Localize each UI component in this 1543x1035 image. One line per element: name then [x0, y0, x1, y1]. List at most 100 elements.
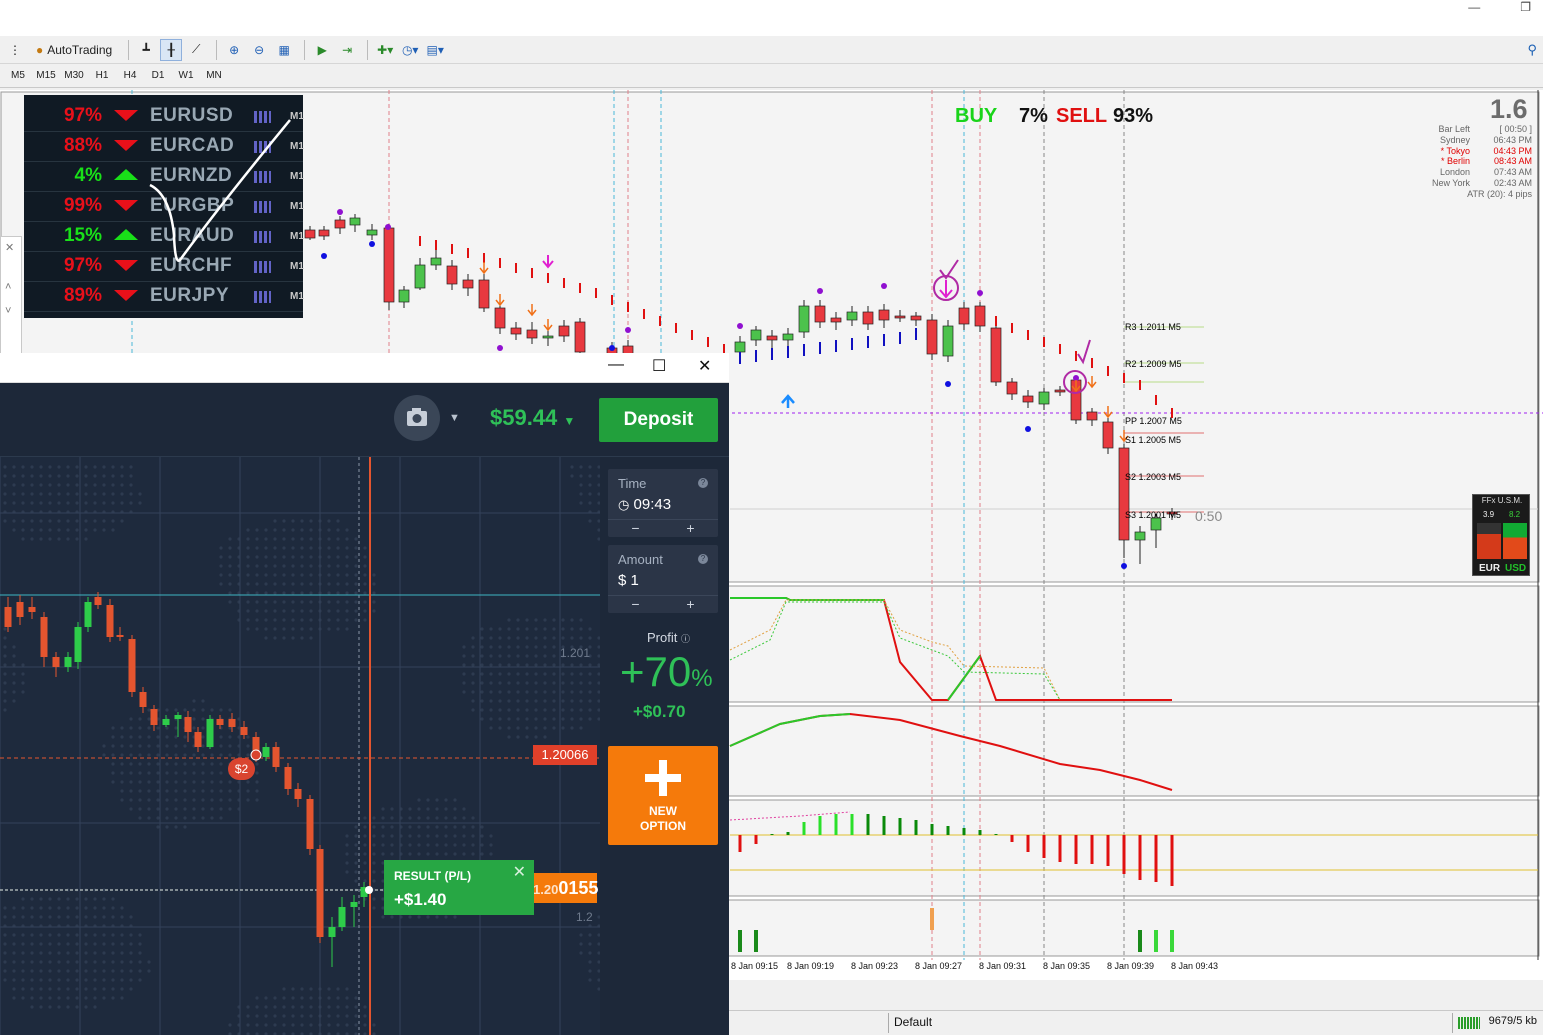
- map-dot: [561, 672, 565, 676]
- help-icon[interactable]: ⓘ: [681, 634, 690, 644]
- map-dot: [300, 537, 304, 541]
- candle-body: [510, 327, 522, 335]
- candle-body: [494, 307, 506, 329]
- balance-value[interactable]: $59.44 ▼: [490, 405, 575, 431]
- timeframe-h1[interactable]: H1: [88, 70, 116, 81]
- map-dot: [507, 726, 511, 730]
- timeframe-h4[interactable]: H4: [116, 70, 144, 81]
- search-icon[interactable]: ⚲: [1527, 42, 1537, 58]
- map-dot: [435, 915, 439, 919]
- minimize-icon[interactable]: —: [608, 356, 624, 374]
- map-dot: [543, 663, 547, 667]
- map-dot: [75, 537, 79, 541]
- x-axis-label: 8 Jan 09:43: [1171, 961, 1219, 971]
- amount-value[interactable]: $ 1: [618, 572, 639, 589]
- map-dot: [309, 618, 313, 622]
- minimize-icon[interactable]: —: [1468, 0, 1480, 14]
- trade-amount-badge[interactable]: $2: [228, 758, 255, 780]
- iqoption-chart[interactable]: [0, 457, 600, 1035]
- map-dot: [336, 609, 340, 613]
- periods-icon[interactable]: ◷▾: [399, 39, 421, 61]
- deposit-button[interactable]: Deposit: [599, 398, 718, 442]
- time-selector[interactable]: Time ? ◷ 09:43 − +: [608, 469, 718, 537]
- map-dot: [201, 789, 205, 793]
- help-icon[interactable]: ?: [698, 478, 708, 488]
- indicators-icon[interactable]: ✚▾: [374, 39, 396, 61]
- map-dot: [525, 735, 529, 739]
- map-dot: [498, 663, 502, 667]
- map-dot: [543, 636, 547, 640]
- map-dot: [300, 1014, 304, 1018]
- tile-windows-icon[interactable]: ▦: [273, 39, 295, 61]
- time-minus-button[interactable]: −: [608, 520, 663, 537]
- signal-dot: [737, 323, 743, 329]
- map-dot: [228, 753, 232, 757]
- templates-icon[interactable]: ▤▾: [424, 39, 446, 61]
- timeframe-m5[interactable]: M5: [4, 70, 32, 81]
- chart-shift-icon[interactable]: ⇥: [336, 39, 358, 61]
- close-icon[interactable]: ✕: [513, 862, 526, 882]
- candlestick-icon[interactable]: ╂: [160, 38, 183, 61]
- sell-label: SELL: [1056, 105, 1108, 127]
- amount-minus-button[interactable]: −: [608, 596, 663, 613]
- map-dot: [543, 699, 547, 703]
- map-dot: [84, 996, 88, 1000]
- map-dot: [516, 681, 520, 685]
- map-dot: [372, 852, 376, 856]
- result-popup[interactable]: RESULT (P/L) +$1.40 ✕: [384, 860, 534, 915]
- map-dot: [165, 708, 169, 712]
- strength-symbol[interactable]: EURJPY: [150, 285, 229, 307]
- map-dot: [579, 636, 583, 640]
- bar-chart-icon[interactable]: ┻: [135, 39, 157, 61]
- map-dot: [12, 987, 16, 991]
- time-plus-button[interactable]: +: [663, 520, 718, 537]
- auto-scroll-icon[interactable]: ▶: [311, 39, 333, 61]
- maximize-icon[interactable]: ☐: [652, 356, 666, 376]
- map-dot: [120, 519, 124, 523]
- main-toolbar: ⋮ ● AutoTrading ┻ ╂ ⟋ ⊕ ⊖ ▦ ▶ ⇥ ✚▾ ◷▾ ▤▾: [0, 36, 1543, 64]
- map-dot: [354, 1023, 358, 1027]
- time-value[interactable]: ◷ 09:43: [618, 496, 671, 513]
- connection-icon: [1458, 1017, 1480, 1029]
- map-dot: [462, 654, 466, 658]
- autotrading-button[interactable]: ● AutoTrading: [29, 39, 119, 61]
- restore-icon[interactable]: ❐: [1520, 0, 1531, 14]
- map-dot: [561, 627, 565, 631]
- timeframe-mn[interactable]: MN: [200, 70, 228, 81]
- map-dot: [48, 492, 52, 496]
- zoom-in-icon[interactable]: ⊕: [223, 39, 245, 61]
- map-dot: [264, 582, 268, 586]
- clock-value: 07:43 AM: [1493, 167, 1532, 178]
- timeframe-m30[interactable]: M30: [60, 70, 88, 81]
- signal-dot: [1025, 426, 1031, 432]
- map-dot: [534, 618, 538, 622]
- amount-selector[interactable]: Amount ? $ 1 − +: [608, 545, 718, 613]
- scroll-down-icon[interactable]: ˅: [5, 305, 11, 317]
- scroll-up-icon[interactable]: ˄: [5, 281, 11, 293]
- map-dot: [120, 915, 124, 919]
- timeframe-m15[interactable]: M15: [32, 70, 60, 81]
- timeframe-w1[interactable]: W1: [172, 70, 200, 81]
- map-dot: [120, 771, 124, 775]
- map-dot: [120, 789, 124, 793]
- close-icon[interactable]: ✕: [698, 356, 711, 376]
- chevron-down-icon[interactable]: ▼: [449, 412, 460, 424]
- zoom-out-icon[interactable]: ⊖: [248, 39, 270, 61]
- amount-plus-button[interactable]: +: [663, 596, 718, 613]
- timeframe-d1[interactable]: D1: [144, 70, 172, 81]
- help-icon[interactable]: ?: [698, 554, 708, 564]
- map-dot: [219, 807, 223, 811]
- map-dot: [273, 1023, 277, 1027]
- map-dot: [507, 708, 511, 712]
- map-dot: [444, 825, 448, 829]
- autotrading-icon: ●: [36, 42, 44, 57]
- new-option-button[interactable]: NEW OPTION: [608, 746, 718, 845]
- map-dot: [273, 627, 277, 631]
- map-dot: [147, 735, 151, 739]
- line-chart-icon[interactable]: ⟋: [185, 39, 207, 61]
- close-icon[interactable]: ✕: [5, 241, 14, 254]
- screenshot-button[interactable]: [394, 395, 440, 441]
- map-dot: [3, 465, 7, 469]
- map-dot: [354, 843, 358, 847]
- x-axis-label: 8 Jan 09:27: [915, 961, 963, 971]
